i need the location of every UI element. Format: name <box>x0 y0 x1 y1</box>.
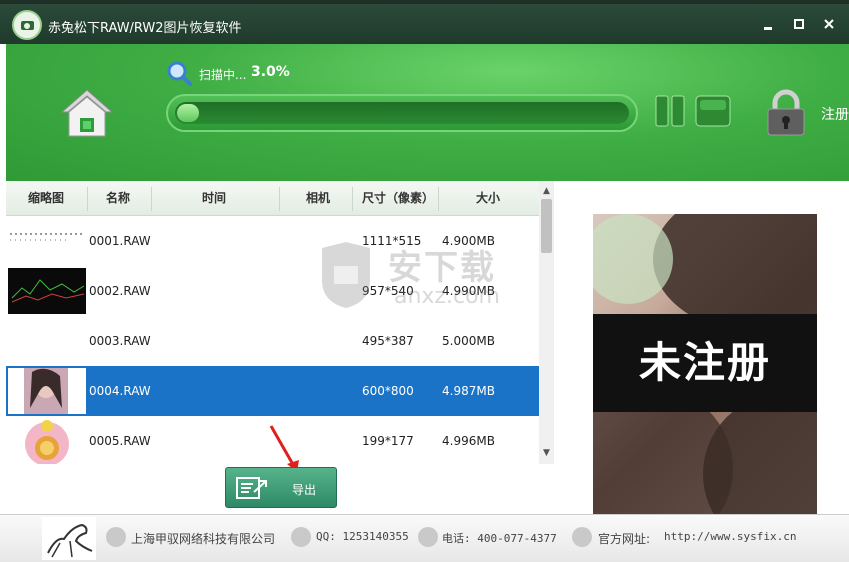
thumbnail-image <box>8 318 86 364</box>
cell-name: 0003.RAW <box>89 334 151 348</box>
thumbnail-image <box>8 368 86 414</box>
thumbnail-image <box>8 218 86 264</box>
magnifier-icon <box>167 61 192 86</box>
company-name: 上海甲驭网络科技有限公司 <box>131 532 276 546</box>
cell-size: 4.900MB <box>442 234 495 248</box>
pause-button[interactable] <box>654 94 688 128</box>
minimize-icon <box>764 27 772 30</box>
table-header: 缩略图 名称 时间 相机 尺寸（像素） 大小 <box>6 181 539 216</box>
stop-icon <box>695 95 731 127</box>
register-button[interactable] <box>764 89 808 137</box>
image-preview: 未注册 <box>593 214 817 514</box>
column-header-size[interactable]: 大小 <box>476 181 500 216</box>
cell-size: 4.996MB <box>442 434 495 448</box>
table-row-selected[interactable]: 0004.RAW 600*800 4.987MB <box>6 366 539 416</box>
phone-icon <box>418 527 438 547</box>
cell-name: 0002.RAW <box>89 284 151 298</box>
minimize-button[interactable] <box>758 14 778 34</box>
maximize-icon <box>794 19 804 29</box>
close-button[interactable] <box>819 14 839 34</box>
cell-dimensions: 199*177 <box>362 434 414 448</box>
stop-button[interactable] <box>694 94 732 128</box>
window-title: 赤兔松下RAW/RW2图片恢复软件 <box>48 21 242 36</box>
column-header-time[interactable]: 时间 <box>202 181 226 216</box>
thumbnail-image <box>8 418 86 464</box>
cell-dimensions: 600*800 <box>362 384 414 398</box>
footer: 上海甲驭网络科技有限公司 QQ: 1253140355 电话: 400-077-… <box>0 514 849 562</box>
close-icon <box>824 19 834 29</box>
scan-status-label: 扫描中... <box>199 68 247 82</box>
column-header-dimensions[interactable]: 尺寸（像素） <box>362 181 434 216</box>
scan-progress-fill <box>177 104 199 122</box>
app-logo-icon <box>12 10 42 40</box>
company-icon <box>106 527 126 547</box>
recovered-files-table: 缩略图 名称 时间 相机 尺寸（像素） 大小 0001.RAW 1111*515… <box>6 181 554 464</box>
cell-dimensions: 495*387 <box>362 334 414 348</box>
company-logo <box>42 517 96 560</box>
scroll-up-icon[interactable]: ▲ <box>539 184 554 199</box>
horse-logo-icon <box>47 523 93 558</box>
cell-name: 0001.RAW <box>89 234 151 248</box>
export-icon <box>236 477 267 499</box>
website-link[interactable]: http://www.sysfix.cn <box>664 530 796 543</box>
maximize-button[interactable] <box>789 14 809 34</box>
unregistered-overlay: 未注册 <box>593 314 817 412</box>
pause-icon <box>655 95 685 127</box>
table-row[interactable]: 0001.RAW 1111*515 4.900MB <box>6 216 539 266</box>
cell-name: 0005.RAW <box>89 434 151 448</box>
website-label: 官方网址: <box>598 532 651 546</box>
toolbar-header: 扫描中... 3.0% 注册 <box>6 44 849 181</box>
home-icon <box>60 89 114 137</box>
cell-size: 4.990MB <box>442 284 495 298</box>
globe-icon <box>572 527 592 547</box>
scan-progress-bar <box>166 94 638 132</box>
scan-percent: 3.0% <box>251 64 290 80</box>
export-label: 导出 <box>292 483 317 497</box>
column-header-name[interactable]: 名称 <box>106 181 130 216</box>
table-scrollbar[interactable]: ▲ ▼ <box>539 181 554 464</box>
lock-icon <box>767 89 805 136</box>
title-bar: 赤兔松下RAW/RW2图片恢复软件 <box>0 0 849 44</box>
column-header-thumbnail[interactable]: 缩略图 <box>28 181 64 216</box>
home-button[interactable] <box>58 84 116 142</box>
cell-dimensions: 1111*515 <box>362 234 422 248</box>
column-header-camera[interactable]: 相机 <box>306 181 330 216</box>
export-button[interactable]: 导出 <box>225 467 337 508</box>
qq-number: QQ: 1253140355 <box>316 530 409 543</box>
table-row[interactable]: 0003.RAW 495*387 5.000MB <box>6 316 539 366</box>
qq-icon <box>291 527 311 547</box>
cell-size: 5.000MB <box>442 334 495 348</box>
thumbnail-image <box>8 268 86 314</box>
register-label[interactable]: 注册 <box>821 104 849 124</box>
cell-size: 4.987MB <box>442 384 495 398</box>
scrollbar-thumb[interactable] <box>541 199 552 253</box>
phone-number: 电话: 400-077-4377 <box>442 532 557 545</box>
table-row[interactable]: 0002.RAW 957*540 4.990MB <box>6 266 539 316</box>
cell-name: 0004.RAW <box>89 384 151 398</box>
scroll-down-icon[interactable]: ▼ <box>539 446 554 461</box>
cell-dimensions: 957*540 <box>362 284 414 298</box>
